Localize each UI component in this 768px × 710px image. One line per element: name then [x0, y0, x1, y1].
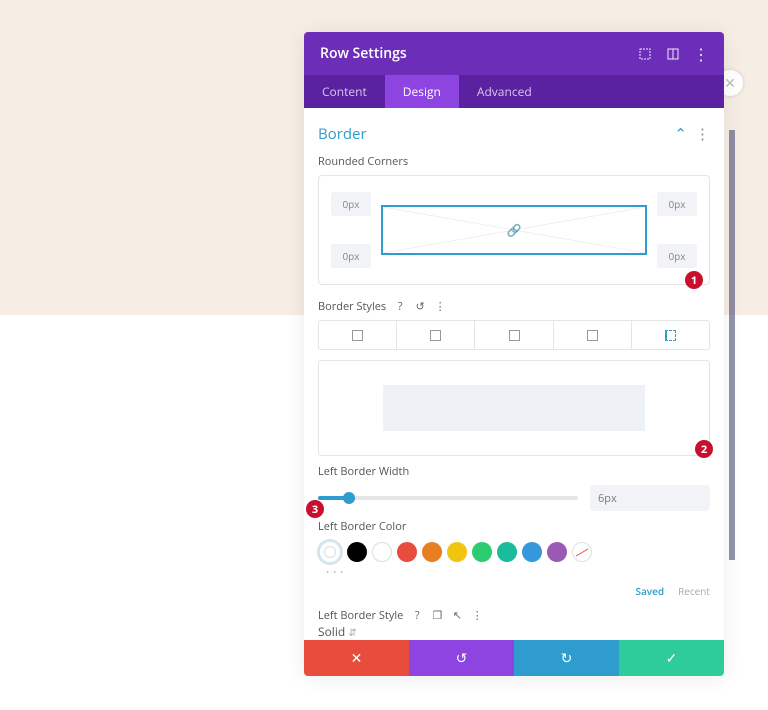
swatch-more-icon[interactable]: • • •: [326, 567, 710, 578]
side-top[interactable]: [397, 321, 475, 349]
annotation-1: 1: [685, 271, 703, 289]
annotation-2: 2: [695, 440, 713, 458]
palette-recent[interactable]: Recent: [678, 584, 710, 598]
save-button[interactable]: ✓: [619, 640, 724, 676]
reset-icon[interactable]: ↺: [414, 301, 426, 313]
help-icon[interactable]: ?: [411, 610, 423, 622]
side-all[interactable]: [319, 321, 397, 349]
link-icon[interactable]: 🔗: [507, 222, 522, 239]
chevron-updown-icon: ⇵: [348, 625, 356, 639]
swatch[interactable]: [447, 542, 467, 562]
left-color-label: Left Border Color: [318, 519, 710, 534]
tablet-icon[interactable]: ❐: [431, 610, 443, 622]
panel-body: Border ⌃ ⋮ Rounded Corners 0px 0px 🔗 0px…: [304, 108, 724, 640]
rounded-corners-control: 0px 0px 🔗 0px 0px: [318, 175, 710, 285]
undo-button[interactable]: ↺: [409, 640, 514, 676]
corner-br-input[interactable]: 0px: [657, 244, 697, 268]
more-styles-icon[interactable]: ⋮: [434, 301, 446, 313]
settings-panel: Row Settings ⋮ Content Design Advanced B…: [304, 32, 724, 676]
border-preview-box: [318, 360, 710, 456]
section-more-icon[interactable]: ⋮: [695, 124, 710, 144]
swatch-none[interactable]: [572, 542, 592, 562]
tab-design[interactable]: Design: [385, 75, 459, 108]
side-right[interactable]: [475, 321, 553, 349]
color-swatches: [318, 540, 710, 564]
expand-icon[interactable]: [638, 47, 652, 61]
panel-footer: ✕ ↺ ↻ ✓: [304, 640, 724, 676]
redo-button[interactable]: ↻: [514, 640, 619, 676]
tab-advanced[interactable]: Advanced: [459, 75, 550, 108]
hover-icon[interactable]: ↖: [451, 610, 463, 622]
help-icon[interactable]: ?: [394, 301, 406, 313]
more-icon[interactable]: ⋮: [694, 47, 708, 61]
side-left[interactable]: [632, 321, 709, 349]
annotation-3: 3: [306, 500, 324, 518]
scroll-indicator: [729, 130, 735, 560]
border-preview: [383, 385, 645, 431]
left-width-label: Left Border Width: [318, 464, 710, 479]
cancel-button[interactable]: ✕: [304, 640, 409, 676]
left-style-label: Left Border Style: [318, 608, 403, 623]
left-style-select[interactable]: Solid ⇵: [318, 623, 710, 640]
left-width-slider[interactable]: [318, 496, 578, 500]
more-style-icon[interactable]: ⋮: [471, 610, 483, 622]
tabs: Content Design Advanced: [304, 75, 724, 108]
left-width-control: 6px: [318, 485, 710, 511]
palette-tabs: Saved Recent: [318, 584, 710, 598]
palette-saved[interactable]: Saved: [635, 584, 664, 598]
corner-tl-input[interactable]: 0px: [331, 192, 371, 216]
tab-content[interactable]: Content: [304, 75, 385, 108]
swatch-current[interactable]: [318, 540, 342, 564]
corner-tr-input[interactable]: 0px: [657, 192, 697, 216]
layout-icon[interactable]: [666, 47, 680, 61]
left-style-row: Left Border Style ? ❐ ↖ ⋮: [318, 608, 710, 623]
left-style-value: Solid: [318, 623, 345, 640]
panel-header: Row Settings ⋮: [304, 32, 724, 75]
panel-title: Row Settings: [320, 44, 407, 63]
border-styles-row: Border Styles ? ↺ ⋮: [318, 299, 710, 314]
corners-preview: 🔗: [381, 205, 647, 255]
rounded-corners-label: Rounded Corners: [318, 154, 710, 169]
swatch[interactable]: [397, 542, 417, 562]
corner-bl-input[interactable]: 0px: [331, 244, 371, 268]
swatch[interactable]: [497, 542, 517, 562]
collapse-icon[interactable]: ⌃: [674, 124, 687, 144]
swatch[interactable]: [547, 542, 567, 562]
swatch[interactable]: [472, 542, 492, 562]
border-styles-label: Border Styles: [318, 299, 386, 314]
section-border-label: Border: [318, 124, 367, 144]
swatch[interactable]: [372, 542, 392, 562]
side-bottom[interactable]: [554, 321, 632, 349]
swatch[interactable]: [522, 542, 542, 562]
swatch[interactable]: [422, 542, 442, 562]
left-width-value[interactable]: 6px: [590, 485, 710, 511]
swatch[interactable]: [347, 542, 367, 562]
section-border-title[interactable]: Border ⌃ ⋮: [318, 124, 710, 144]
border-side-selector: [318, 320, 710, 350]
